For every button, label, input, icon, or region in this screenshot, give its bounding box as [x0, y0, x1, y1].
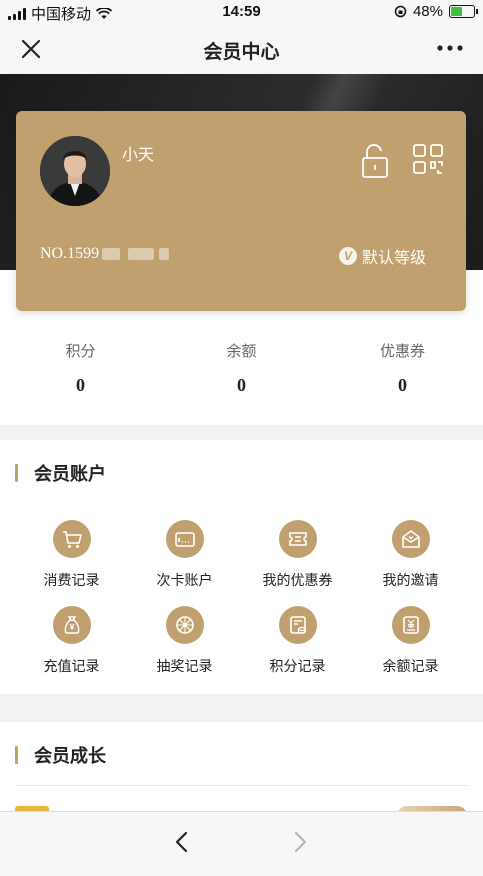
nav-bar: 会员中心: [0, 24, 483, 74]
grid-item-label: 余额记录: [382, 658, 439, 674]
grid-item-points-records[interactable]: 积分记录: [241, 606, 354, 676]
invite-icon: [391, 520, 430, 558]
grid-item-label: 我的优惠券: [262, 572, 333, 588]
grid-item-recharge-records[interactable]: 充值记录: [15, 606, 128, 676]
section-title: 会员账户: [15, 460, 106, 486]
divider: [15, 785, 468, 786]
section-accent-bar: [15, 464, 18, 482]
grid-item-balance-records[interactable]: 余额记录: [354, 606, 467, 676]
grid-item-my-invitations[interactable]: 我的邀请: [354, 520, 467, 590]
stats-row: 积分 0 余额 0 优惠券 0: [0, 340, 483, 410]
grid-item-lottery-records[interactable]: 抽奖记录: [128, 606, 241, 676]
grid-item-label: 充值记录: [43, 658, 100, 674]
member-account-panel: 会员账户 消费记录 次卡账户 我的优惠券 我的邀请 充值记录 抽奖记录 积分记录…: [0, 440, 483, 694]
username: 小天: [122, 147, 155, 164]
wheel-icon: [165, 606, 204, 644]
browser-toolbar: [0, 811, 483, 876]
stat-label: 优惠券: [379, 343, 425, 360]
grid-item-label: 积分记录: [269, 658, 326, 674]
cart-icon: [52, 520, 91, 558]
grid-item-label: 消费记录: [43, 572, 100, 588]
account-grid: 消费记录 次卡账户 我的优惠券 我的邀请 充值记录 抽奖记录 积分记录 余额记录: [15, 520, 467, 676]
section-title: 会员成长: [15, 742, 106, 768]
grid-item-card-account[interactable]: 次卡账户: [128, 520, 241, 590]
member-level-label: 默认等级: [361, 250, 426, 267]
qr-code-icon[interactable]: [412, 143, 444, 175]
stat-points[interactable]: 积分 0: [0, 340, 161, 410]
section-accent-bar: [15, 746, 18, 764]
grid-item-label: 抽奖记录: [156, 658, 213, 674]
stat-value: 0: [76, 375, 85, 395]
member-growth-panel: 会员成长: [0, 722, 483, 822]
member-card[interactable]: 小天 NO.1599 V 默认等级: [16, 111, 466, 311]
status-bar: 中国移动 14:59 48%: [0, 0, 483, 24]
grid-item-label: 我的邀请: [382, 572, 439, 588]
grid-item-label: 次卡账户: [156, 572, 213, 588]
redacted-block: [159, 248, 170, 261]
points-icon: [278, 606, 317, 644]
page-title: 会员中心: [203, 42, 280, 63]
member-number-text: NO.1599: [40, 245, 100, 262]
stat-label: 积分: [65, 343, 96, 360]
rotation-lock-icon: [394, 5, 407, 18]
stat-coupons[interactable]: 优惠券 0: [322, 340, 483, 410]
coupon-icon: [278, 520, 317, 558]
grid-item-my-coupons[interactable]: 我的优惠券: [241, 520, 354, 590]
member-number: NO.1599: [40, 245, 170, 263]
back-arrow-icon[interactable]: [170, 828, 194, 856]
stat-label: 余额: [226, 343, 257, 360]
stat-value: 0: [398, 375, 407, 395]
section-title-text: 会员成长: [34, 746, 106, 766]
money-bag-icon: [52, 606, 91, 644]
section-title-text: 会员账户: [34, 464, 106, 484]
more-icon[interactable]: [435, 38, 465, 58]
redacted-block: [102, 248, 121, 261]
avatar[interactable]: [40, 136, 110, 206]
battery-percent: 48%: [412, 3, 443, 20]
card-icon: [165, 520, 204, 558]
redacted-block: [128, 248, 155, 261]
forward-arrow-icon[interactable]: [288, 828, 312, 856]
unlock-icon[interactable]: [360, 143, 390, 179]
balance-icon: [391, 606, 430, 644]
stat-balance[interactable]: 余额 0: [161, 340, 322, 410]
battery-icon: [449, 5, 478, 18]
member-level[interactable]: V 默认等级: [338, 244, 426, 268]
stat-value: 0: [237, 375, 246, 395]
grid-item-consumption-records[interactable]: 消费记录: [15, 520, 128, 590]
vip-badge-icon: V: [338, 247, 357, 265]
